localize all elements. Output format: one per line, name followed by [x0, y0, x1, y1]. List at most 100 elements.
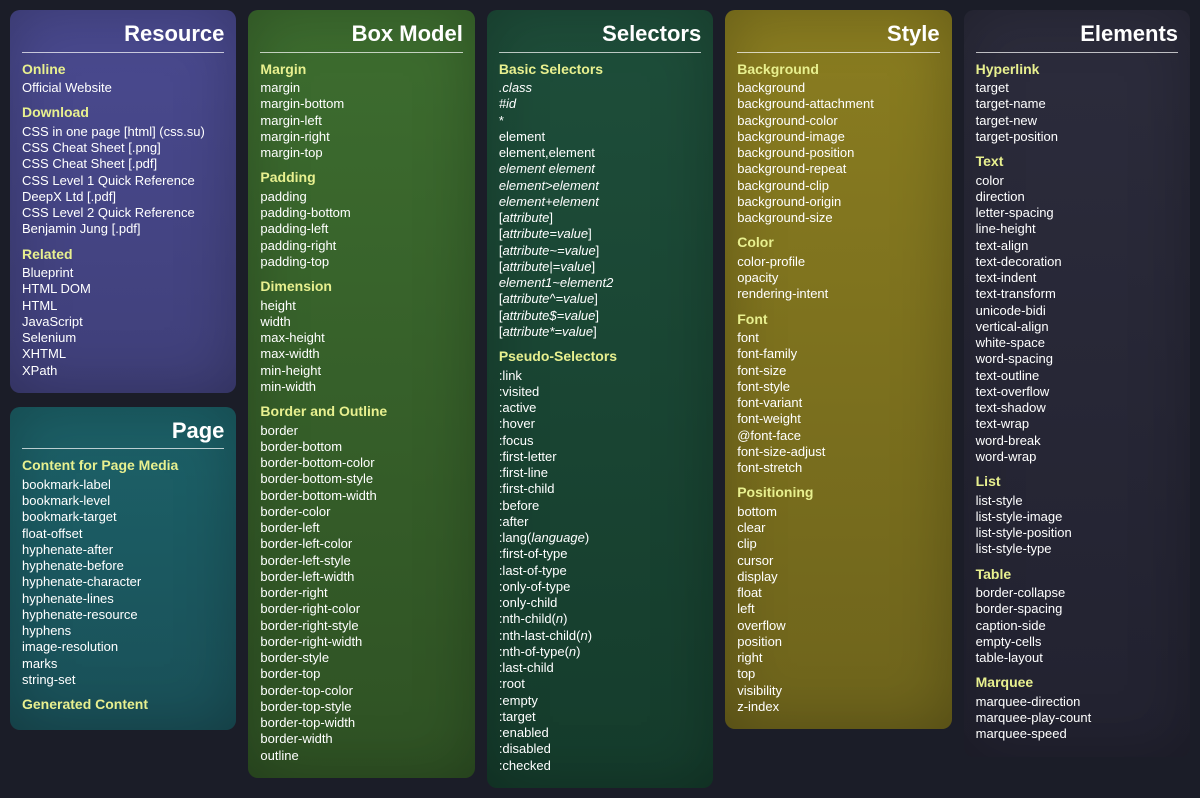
list-item[interactable]: :empty	[499, 693, 701, 709]
list-item[interactable]: text-align	[976, 238, 1178, 254]
list-item[interactable]: z-index	[737, 699, 939, 715]
list-item[interactable]: element+element	[499, 194, 701, 210]
list-item[interactable]: caption-side	[976, 618, 1178, 634]
list-item[interactable]: line-height	[976, 221, 1178, 237]
list-item[interactable]: hyphenate-after	[22, 542, 224, 558]
list-item[interactable]: overflow	[737, 618, 939, 634]
list-item[interactable]: table-layout	[976, 650, 1178, 666]
list-item[interactable]: .class	[499, 80, 701, 96]
list-item[interactable]: CSS Cheat Sheet [.png]	[22, 140, 224, 156]
list-item[interactable]: :first-child	[499, 481, 701, 497]
list-item[interactable]: background-attachment	[737, 96, 939, 112]
list-item[interactable]: border-top	[260, 666, 462, 682]
list-item[interactable]: font-stretch	[737, 460, 939, 476]
list-item[interactable]: [attribute^=value]	[499, 291, 701, 307]
list-item[interactable]: font-size-adjust	[737, 444, 939, 460]
list-item[interactable]: margin-top	[260, 145, 462, 161]
list-item[interactable]: bookmark-target	[22, 509, 224, 525]
list-item[interactable]: Official Website	[22, 80, 224, 96]
list-item[interactable]: border-bottom-color	[260, 455, 462, 471]
list-item[interactable]: clear	[737, 520, 939, 536]
list-item[interactable]: CSS in one page [html] (css.su)	[22, 124, 224, 140]
list-item[interactable]: :only-of-type	[499, 579, 701, 595]
list-item[interactable]: :enabled	[499, 725, 701, 741]
list-item[interactable]: :before	[499, 498, 701, 514]
list-item[interactable]: bottom	[737, 504, 939, 520]
list-item[interactable]: border-right	[260, 585, 462, 601]
list-item[interactable]: :lang(language)	[499, 530, 701, 546]
list-item[interactable]: text-decoration	[976, 254, 1178, 270]
list-item[interactable]: background-color	[737, 113, 939, 129]
list-item[interactable]: border-left-style	[260, 553, 462, 569]
list-item[interactable]: #id	[499, 96, 701, 112]
list-item[interactable]: element1~element2	[499, 275, 701, 291]
list-item[interactable]: *	[499, 113, 701, 129]
list-item[interactable]: [attribute=value]	[499, 226, 701, 242]
list-item[interactable]: :after	[499, 514, 701, 530]
list-item[interactable]: background-image	[737, 129, 939, 145]
list-item[interactable]: empty-cells	[976, 634, 1178, 650]
list-item[interactable]: max-height	[260, 330, 462, 346]
list-item[interactable]: :target	[499, 709, 701, 725]
list-item[interactable]: :root	[499, 676, 701, 692]
list-item[interactable]: element,element	[499, 145, 701, 161]
list-item[interactable]: padding-bottom	[260, 205, 462, 221]
list-item[interactable]: margin	[260, 80, 462, 96]
list-item[interactable]: border-bottom-width	[260, 488, 462, 504]
list-item[interactable]: target-position	[976, 129, 1178, 145]
list-item[interactable]: bookmark-level	[22, 493, 224, 509]
list-item[interactable]: padding-left	[260, 221, 462, 237]
list-item[interactable]: padding	[260, 189, 462, 205]
list-item[interactable]: margin-right	[260, 129, 462, 145]
list-item[interactable]: background-repeat	[737, 161, 939, 177]
list-item[interactable]: Blueprint	[22, 265, 224, 281]
list-item[interactable]: border-top-style	[260, 699, 462, 715]
list-item[interactable]: unicode-bidi	[976, 303, 1178, 319]
list-item[interactable]: CSS Level 2 Quick Reference Benjamin Jun…	[22, 205, 224, 238]
list-item[interactable]: text-shadow	[976, 400, 1178, 416]
list-item[interactable]: cursor	[737, 553, 939, 569]
list-item[interactable]: text-indent	[976, 270, 1178, 286]
list-item[interactable]: target-new	[976, 113, 1178, 129]
list-item[interactable]: font-style	[737, 379, 939, 395]
list-item[interactable]: letter-spacing	[976, 205, 1178, 221]
list-item[interactable]: Selenium	[22, 330, 224, 346]
list-item[interactable]: border-left-width	[260, 569, 462, 585]
list-item[interactable]: text-transform	[976, 286, 1178, 302]
list-item[interactable]: :disabled	[499, 741, 701, 757]
list-item[interactable]: HTML DOM	[22, 281, 224, 297]
list-item[interactable]: border-top-color	[260, 683, 462, 699]
list-item[interactable]: :only-child	[499, 595, 701, 611]
list-item[interactable]: :last-of-type	[499, 563, 701, 579]
list-item[interactable]: border-top-width	[260, 715, 462, 731]
list-item[interactable]: font-family	[737, 346, 939, 362]
list-item[interactable]: :first-of-type	[499, 546, 701, 562]
list-item[interactable]: padding-right	[260, 238, 462, 254]
list-item[interactable]: XPath	[22, 363, 224, 379]
list-item[interactable]: @font-face	[737, 428, 939, 444]
list-item[interactable]: :active	[499, 400, 701, 416]
list-item[interactable]: font-variant	[737, 395, 939, 411]
list-item[interactable]: color	[976, 173, 1178, 189]
list-item[interactable]: background-origin	[737, 194, 939, 210]
list-item[interactable]: image-resolution	[22, 639, 224, 655]
list-item[interactable]: top	[737, 666, 939, 682]
list-item[interactable]: HTML	[22, 298, 224, 314]
list-item[interactable]: margin-bottom	[260, 96, 462, 112]
list-item[interactable]: rendering-intent	[737, 286, 939, 302]
list-item[interactable]: border-spacing	[976, 601, 1178, 617]
list-item[interactable]: outline	[260, 748, 462, 764]
list-item[interactable]: string-set	[22, 672, 224, 688]
list-item[interactable]: background-size	[737, 210, 939, 226]
list-item[interactable]: max-width	[260, 346, 462, 362]
list-item[interactable]: border-bottom-style	[260, 471, 462, 487]
list-item[interactable]: width	[260, 314, 462, 330]
list-item[interactable]: JavaScript	[22, 314, 224, 330]
list-item[interactable]: opacity	[737, 270, 939, 286]
list-item[interactable]: font-size	[737, 363, 939, 379]
list-item[interactable]: border-bottom	[260, 439, 462, 455]
list-item[interactable]: text-overflow	[976, 384, 1178, 400]
list-item[interactable]: :first-letter	[499, 449, 701, 465]
list-item[interactable]: marquee-play-count	[976, 710, 1178, 726]
list-item[interactable]: element>element	[499, 178, 701, 194]
